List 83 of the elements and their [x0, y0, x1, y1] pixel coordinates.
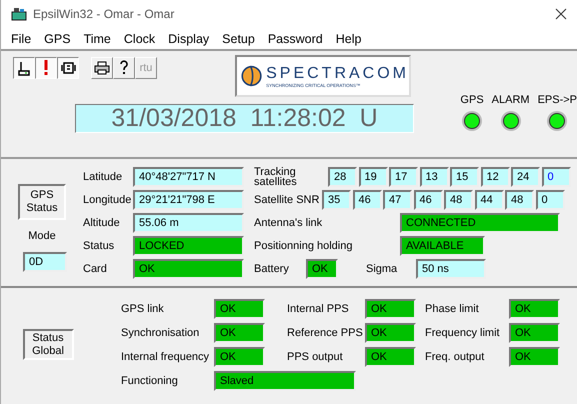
menu-item[interactable]: Clock: [124, 32, 156, 46]
value-field: OK: [365, 323, 416, 343]
snr-field: 48: [505, 190, 534, 210]
value-field: OK: [214, 299, 265, 319]
menu-item[interactable]: Setup: [222, 32, 255, 46]
indicator-label: GPS: [460, 94, 484, 106]
toolbar-button[interactable]: [57, 57, 79, 79]
indicator-label: EPS->P: [538, 94, 577, 106]
snr-field: 46: [414, 190, 442, 210]
value-field: OK: [509, 299, 560, 319]
field-label: Tracking satellites: [254, 166, 298, 188]
snr-field: 47: [383, 190, 412, 210]
field-label: Freq. output: [425, 350, 486, 365]
snr-field: 0: [536, 190, 564, 210]
menu-item[interactable]: File: [11, 32, 32, 46]
satellite-field: 17: [389, 167, 418, 187]
field-label: Altitude: [83, 216, 121, 231]
indicator-label: ALARM: [492, 94, 530, 106]
satellite-field: 0: [542, 167, 570, 187]
value-field: OK: [214, 347, 265, 367]
value-field: OK: [214, 323, 265, 343]
snr-field: 46: [352, 190, 382, 210]
snr-field: 35: [322, 190, 351, 210]
satellite-field: 15: [450, 167, 479, 187]
satellite-field: 28: [328, 167, 357, 187]
help-icon: [119, 60, 129, 76]
mode-field: 0D: [23, 252, 67, 272]
value-field: OK: [365, 347, 416, 367]
field-label: Antenna's link: [254, 217, 324, 229]
field-label: Functioning: [121, 374, 179, 389]
satellite-field: 19: [358, 167, 388, 187]
field-label: Satellite SNR: [254, 194, 320, 206]
mode-label: Mode: [28, 230, 56, 242]
radio-icon: [60, 61, 76, 75]
field-label: Phase limit: [425, 302, 480, 317]
app-icon: [11, 7, 27, 21]
field-label: Longitude: [83, 193, 132, 208]
value-field: 55.06 m: [133, 213, 244, 233]
field-label: Synchronisation: [121, 326, 200, 341]
printer-icon: [94, 61, 110, 75]
satellite-field: 13: [420, 167, 448, 187]
status-global-button[interactable]: Status Global: [22, 329, 74, 360]
value-field: OK: [509, 347, 560, 367]
field-label: Battery: [254, 263, 290, 275]
value-field: OK: [133, 259, 244, 279]
gps-status-button[interactable]: GPS Status: [18, 184, 66, 220]
window-title: EpsilWin32 - Omar - Omar: [33, 7, 176, 21]
field-label: Internal frequency: [121, 350, 210, 365]
value-field: 29°21'21"798 E: [133, 190, 244, 210]
value-field: 40°48'27"717 N: [133, 167, 244, 187]
field-label: Latitude: [83, 170, 124, 185]
field-label: Status: [83, 239, 116, 254]
toolbar-button[interactable]: [13, 57, 35, 79]
value-field: 50 ns: [416, 259, 486, 279]
satellite-field: 12: [480, 167, 510, 187]
menu-item[interactable]: GPS: [44, 32, 71, 46]
satellite-field: 24: [511, 167, 540, 187]
value-field: OK: [509, 323, 560, 343]
field-label: Reference PPS: [287, 326, 364, 341]
value-field: AVAILABLE: [400, 236, 485, 256]
menu-item[interactable]: Display: [168, 32, 210, 46]
snr-field: 48: [444, 190, 473, 210]
value-field: OK: [365, 299, 416, 319]
field-label: Frequency limit: [425, 326, 501, 341]
value-field: CONNECTED: [400, 213, 560, 233]
field-label: GPS link: [121, 302, 165, 317]
menu-item[interactable]: Time: [84, 32, 111, 46]
field-label: Card: [83, 262, 108, 277]
device-icon: [17, 60, 31, 76]
value-field: OK: [306, 259, 338, 279]
clock-display: 31/03/2018 11:28:02 U: [75, 104, 414, 133]
field-label: Positionning holding: [254, 240, 354, 252]
snr-field: 44: [474, 190, 504, 210]
menu-item[interactable]: Password: [268, 32, 323, 46]
close-icon[interactable]: [555, 8, 567, 20]
value-field: Slaved: [214, 371, 356, 391]
exclamation-icon: [43, 60, 49, 76]
logo-name: SPECTRACOM: [266, 64, 409, 82]
value-field: LOCKED: [133, 236, 244, 256]
menu-item[interactable]: Help: [336, 32, 362, 46]
field-label: Internal PPS: [287, 302, 350, 317]
field-label: PPS output: [287, 350, 344, 365]
field-label: Sigma: [366, 263, 398, 275]
